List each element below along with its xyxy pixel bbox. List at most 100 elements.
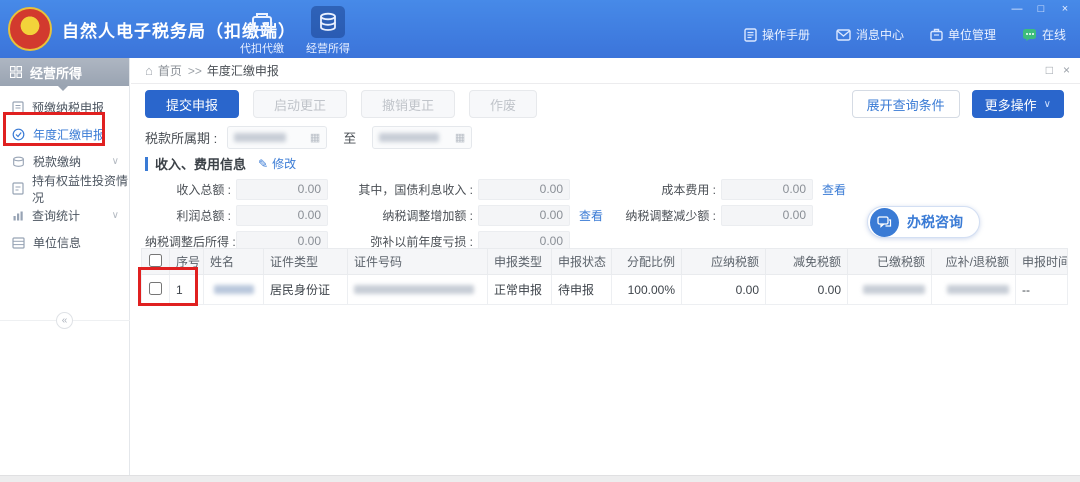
sidebar-menu: 预缴纳税申报 年度汇缴申报 税款缴纳 ∨ 持有权益性投资情况 查询统计 ∨ — [0, 86, 129, 256]
field-label-total-income: 收入总额 : — [145, 181, 231, 198]
home-icon[interactable]: ⌂ — [145, 63, 153, 78]
cell-seq: 1 — [170, 275, 204, 305]
col-declare-status: 申报状态 — [552, 249, 612, 275]
document-icon — [12, 101, 24, 114]
briefcase-icon — [930, 28, 943, 41]
col-ratio: 分配比例 — [612, 249, 682, 275]
online-status[interactable]: 在线 — [1022, 26, 1066, 43]
sidebar-item-equity-investment[interactable]: 持有权益性投资情况 — [0, 175, 129, 202]
sidebar-title: 经营所得 — [0, 58, 129, 86]
statistics-icon — [12, 210, 24, 222]
collapse-sidebar-icon[interactable]: « — [56, 312, 73, 329]
redacted-name — [214, 285, 254, 294]
cell-declare-time: -- — [1016, 275, 1068, 305]
field-label-cost-expense: 成本费用 : — [610, 181, 716, 198]
field-label-treasury-interest: 其中，国债利息收入 : — [333, 181, 473, 198]
tab-label: 经营所得 — [306, 40, 350, 56]
breadcrumb-home[interactable]: 首页 — [158, 62, 182, 79]
envelope-icon — [836, 29, 851, 41]
col-name: 姓名 — [204, 249, 264, 275]
cell-declare-status: 待申报 — [552, 275, 612, 305]
table-row[interactable]: 1 居民身份证 正常申报 待申报 100.00% 0.00 0.00 -- — [142, 275, 1068, 305]
chevron-down-icon: ∨ — [112, 210, 119, 221]
list-icon — [12, 237, 25, 249]
field-value-treasury-interest: 0.00 — [478, 179, 570, 200]
declaration-table: 序号 姓名 证件类型 证件号码 申报类型 申报状态 分配比例 应纳税额 减免税额… — [141, 248, 1068, 305]
cell-tax-reduction: 0.00 — [766, 275, 848, 305]
breadcrumb-separator: >> — [188, 64, 202, 78]
submit-declaration-button[interactable]: 提交申报 — [145, 90, 239, 118]
more-actions-label: 更多操作 — [985, 95, 1037, 114]
income-section-title: 收入、费用信息 — [155, 154, 246, 173]
sidebar-item-unit-info[interactable]: 单位信息 — [0, 229, 129, 256]
period-end-input[interactable]: ▦ — [372, 126, 472, 149]
sidebar-item-prepay-declaration[interactable]: 预缴纳税申报 — [0, 94, 129, 121]
app-window: — □ × 自然人电子税务局（扣缴端） 代扣代缴 经营所得 — [0, 0, 1080, 482]
col-tax-paid: 已缴税额 — [848, 249, 932, 275]
tab-withholding[interactable]: 代扣代缴 — [234, 6, 290, 56]
message-center-label: 消息中心 — [856, 26, 904, 43]
income-fields-grid: 收入总额 : 0.00 其中，国债利息收入 : 0.00 成本费用 : 0.00… — [145, 176, 848, 254]
tax-consult-button[interactable]: 办税咨询 — [867, 206, 980, 238]
redacted-cert-no — [354, 285, 474, 294]
col-cert-no: 证件号码 — [348, 249, 488, 275]
tab-business-income[interactable]: 经营所得 — [300, 6, 356, 56]
view-increase-link[interactable]: 查看 — [575, 207, 605, 224]
void-button[interactable]: 作废 — [469, 90, 537, 118]
coin-stack-icon — [12, 156, 25, 168]
coins-icon — [311, 6, 345, 38]
maximize-icon[interactable]: □ — [1034, 3, 1048, 15]
unit-management-link[interactable]: 单位管理 — [930, 26, 996, 43]
more-actions-button[interactable]: 更多操作 ∨ — [972, 90, 1064, 118]
col-tax-refund: 应补/退税额 — [932, 249, 1016, 275]
cell-tax-refund — [932, 275, 1016, 305]
sidebar: 经营所得 预缴纳税申报 年度汇缴申报 税款缴纳 ∨ 持有权益性投资情况 — [0, 58, 130, 482]
view-cost-link[interactable]: 查看 — [818, 181, 848, 198]
expand-query-button[interactable]: 展开查询条件 — [852, 90, 960, 118]
col-tax-payable: 应纳税额 — [682, 249, 766, 275]
annual-check-icon — [12, 128, 25, 141]
edit-link[interactable]: ✎ 修改 — [258, 155, 296, 172]
field-value-cost-expense: 0.00 — [721, 179, 813, 200]
sidebar-item-label: 持有权益性投资情况 — [32, 172, 129, 206]
field-value-adjust-decrease: 0.00 — [721, 205, 813, 226]
sidebar-item-label: 查询统计 — [32, 207, 80, 224]
manual-label: 操作手册 — [762, 26, 810, 43]
revoke-correction-button[interactable]: 撤销更正 — [361, 90, 455, 118]
top-header-bar: — □ × 自然人电子税务局（扣缴端） 代扣代缴 经营所得 — [0, 0, 1080, 58]
row-checkbox[interactable] — [149, 282, 162, 295]
income-section-header: 收入、费用信息 ✎ 修改 — [145, 154, 296, 173]
manual-link[interactable]: 操作手册 — [744, 26, 810, 43]
panel-maximize-icon[interactable]: □ — [1046, 63, 1053, 77]
pencil-icon: ✎ — [258, 157, 268, 171]
field-label-total-profit: 利润总额 : — [145, 207, 231, 224]
cell-cert-type: 居民身份证 — [264, 275, 348, 305]
chevron-down-icon: ∨ — [112, 156, 119, 167]
chat-bubble-icon — [870, 208, 899, 237]
sidebar-item-query-statistics[interactable]: 查询统计 ∨ — [0, 202, 129, 229]
calendar-icon[interactable]: ▦ — [310, 131, 320, 144]
cell-name — [204, 275, 264, 305]
cell-declare-type: 正常申报 — [488, 275, 552, 305]
select-all-checkbox[interactable] — [149, 254, 162, 267]
message-center-link[interactable]: 消息中心 — [836, 26, 904, 43]
close-icon[interactable]: × — [1058, 3, 1072, 15]
wallet-icon — [245, 6, 279, 38]
action-toolbar: 提交申报 启动更正 撤销更正 作废 — [145, 90, 537, 118]
tax-period-label: 税款所属期 : — [145, 128, 217, 147]
panel-close-icon[interactable]: × — [1063, 63, 1070, 77]
period-start-input[interactable]: ▦ — [227, 126, 327, 149]
sidebar-title-label: 经营所得 — [30, 63, 82, 82]
start-correction-button[interactable]: 启动更正 — [253, 90, 347, 118]
cell-tax-paid — [848, 275, 932, 305]
calendar-icon[interactable]: ▦ — [455, 131, 465, 144]
minimize-icon[interactable]: — — [1010, 3, 1024, 15]
sidebar-item-annual-declaration[interactable]: 年度汇缴申报 — [0, 121, 129, 148]
module-tabs: 代扣代缴 经营所得 — [234, 6, 356, 56]
breadcrumb-current: 年度汇缴申报 — [207, 62, 279, 79]
unit-management-label: 单位管理 — [948, 26, 996, 43]
section-accent-bar — [145, 157, 148, 171]
tax-period-filter: 税款所属期 : ▦ 至 ▦ — [145, 126, 472, 149]
cell-tax-payable: 0.00 — [682, 275, 766, 305]
col-declare-type: 申报类型 — [488, 249, 552, 275]
